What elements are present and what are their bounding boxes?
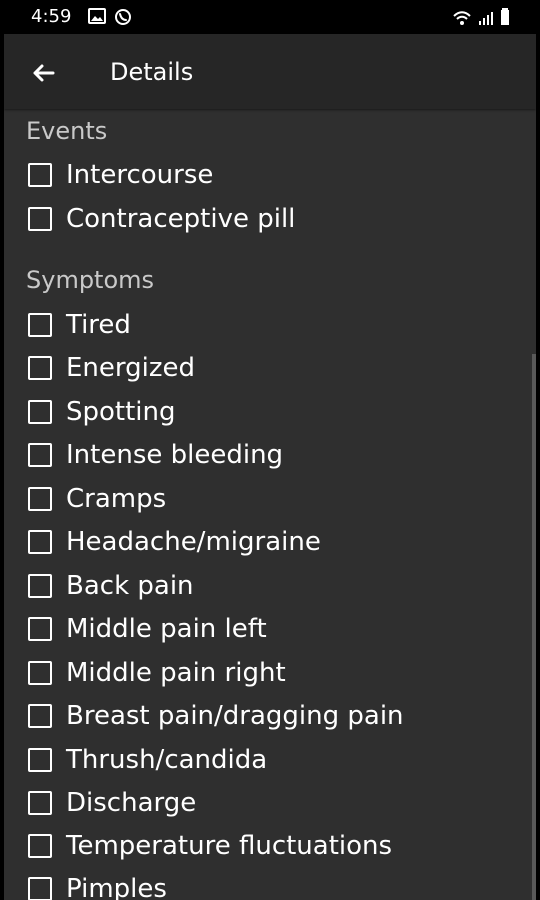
details-screen: Details Events Intercourse Contraceptive… <box>4 34 536 900</box>
check-item-spotting[interactable]: Spotting <box>28 392 176 432</box>
status-right-icons <box>452 8 510 30</box>
checkbox-icon[interactable] <box>28 748 52 772</box>
back-arrow-icon <box>33 64 55 82</box>
app-bar: Details <box>4 34 536 109</box>
check-item-back-pain[interactable]: Back pain <box>28 566 194 606</box>
check-item-energized[interactable]: Energized <box>28 348 195 388</box>
checkbox-icon[interactable] <box>28 207 52 231</box>
page-title: Details <box>110 58 194 86</box>
checkbox-icon[interactable] <box>28 704 52 728</box>
back-button[interactable] <box>26 56 60 90</box>
checkbox-icon[interactable] <box>28 487 52 511</box>
section-title-events: Events <box>26 117 108 145</box>
check-item-temperature-fluctuations[interactable]: Temperature fluctuations <box>28 826 392 866</box>
checkbox-icon[interactable] <box>28 313 52 337</box>
check-item-breast-pain[interactable]: Breast pain/dragging pain <box>28 696 404 736</box>
check-label: Pimples <box>66 874 167 900</box>
check-item-discharge[interactable]: Discharge <box>28 783 196 823</box>
check-label: Middle pain right <box>66 658 286 688</box>
check-item-middle-pain-left[interactable]: Middle pain left <box>28 609 267 649</box>
check-item-middle-pain-right[interactable]: Middle pain right <box>28 653 286 693</box>
check-label: Cramps <box>66 484 167 514</box>
checkbox-icon[interactable] <box>28 877 52 900</box>
whatsapp-icon <box>114 8 132 30</box>
checkbox-icon[interactable] <box>28 356 52 380</box>
check-label: Back pain <box>66 571 194 601</box>
signal-icon <box>478 10 494 30</box>
check-item-intense-bleeding[interactable]: Intense bleeding <box>28 435 283 475</box>
checkbox-icon[interactable] <box>28 661 52 685</box>
check-label: Intense bleeding <box>66 440 284 470</box>
checkbox-icon[interactable] <box>28 163 52 187</box>
check-item-tired[interactable]: Tired <box>28 305 131 345</box>
status-bar: 4:59 <box>0 0 540 34</box>
check-item-thrush-candida[interactable]: Thrush/candida <box>28 740 267 780</box>
check-label: Spotting <box>66 397 176 427</box>
check-label: Tired <box>66 310 131 340</box>
check-label: Discharge <box>66 788 197 818</box>
check-item-contraceptive-pill[interactable]: Contraceptive pill <box>28 199 295 239</box>
check-label: Headache/migraine <box>66 527 321 557</box>
check-item-intercourse[interactable]: Intercourse <box>28 155 213 195</box>
status-left-icons <box>88 8 132 30</box>
check-item-cramps[interactable]: Cramps <box>28 479 166 519</box>
checkbox-icon[interactable] <box>28 617 52 641</box>
check-item-pimples[interactable]: Pimples <box>28 869 167 900</box>
section-title-symptoms: Symptoms <box>26 266 155 294</box>
check-label: Middle pain left <box>66 614 267 644</box>
scrollbar[interactable] <box>532 354 536 900</box>
check-label: Temperature fluctuations <box>66 831 393 861</box>
check-label: Intercourse <box>66 160 214 190</box>
checkbox-icon[interactable] <box>28 834 52 858</box>
image-icon <box>88 8 106 30</box>
checkbox-icon[interactable] <box>28 530 52 554</box>
check-label: Breast pain/dragging pain <box>66 701 404 731</box>
status-time: 4:59 <box>31 6 72 27</box>
check-label: Thrush/candida <box>66 745 268 775</box>
battery-icon <box>500 8 510 30</box>
check-label: Energized <box>66 353 196 383</box>
check-item-headache-migraine[interactable]: Headache/migraine <box>28 522 321 562</box>
checkbox-icon[interactable] <box>28 400 52 424</box>
wifi-icon <box>452 10 472 30</box>
check-label: Contraceptive pill <box>66 204 296 234</box>
checkbox-icon[interactable] <box>28 443 52 467</box>
checkbox-icon[interactable] <box>28 574 52 598</box>
checkbox-icon[interactable] <box>28 791 52 815</box>
